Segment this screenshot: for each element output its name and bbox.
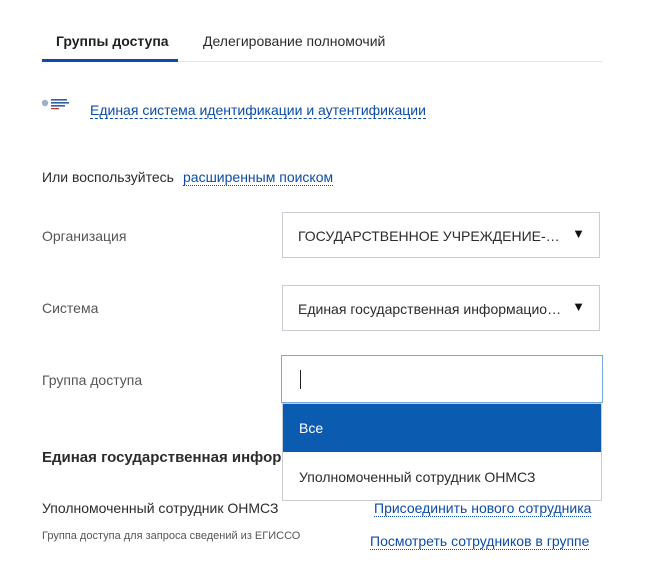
access-group-input[interactable] — [281, 355, 603, 403]
group-row-title: Группа доступа для запроса сведений из Е… — [42, 530, 301, 542]
dropdown-option-all[interactable]: Все — [283, 404, 601, 452]
esia-system-link[interactable]: Единая система идентификации и аутентифи… — [90, 102, 426, 119]
organization-select[interactable]: ГОСУДАРСТВЕННОЕ УЧРЕЖДЕНИЕ-ОТДЕЛЕНИЕ ПЕН… — [282, 212, 600, 258]
system-label: Система — [42, 300, 99, 316]
triangle-down-icon: ▼ — [572, 299, 585, 314]
active-tab-indicator — [42, 59, 178, 62]
group-row-title: Уполномоченный сотрудник ОНМСЗ — [42, 500, 279, 516]
organization-select-value: ГОСУДАРСТВЕННОЕ УЧРЕЖДЕНИЕ-ОТДЕЛЕНИЕ ПЕН… — [298, 228, 568, 244]
system-select[interactable]: Единая государственная информационная си… — [282, 285, 600, 331]
text-cursor — [300, 370, 301, 389]
section-title: Единая государственная информационная си… — [42, 449, 282, 466]
access-group-label: Группа доступа — [42, 372, 143, 388]
ministry-logo-icon — [40, 96, 76, 114]
dropdown-option-onmsz[interactable]: Уполномоченный сотрудник ОНМСЗ — [283, 453, 601, 501]
add-employee-link[interactable]: Присоединить нового сотрудника — [374, 500, 592, 517]
triangle-down-icon: ▼ — [572, 226, 585, 241]
tab-delegation[interactable]: Делегирование полномочий — [203, 33, 385, 49]
organization-label: Организация — [42, 228, 127, 244]
view-employees-link[interactable]: Посмотреть сотрудников в группе — [370, 533, 590, 550]
search-prefix-text: Или воспользуйтесь — [42, 169, 174, 185]
system-select-value: Единая государственная информационная си… — [298, 301, 568, 317]
tab-access-groups[interactable]: Группы доступа — [56, 33, 169, 49]
access-group-dropdown: Все Уполномоченный сотрудник ОНМСЗ — [282, 403, 602, 501]
advanced-search-link[interactable]: расширенным поиском — [183, 169, 334, 186]
